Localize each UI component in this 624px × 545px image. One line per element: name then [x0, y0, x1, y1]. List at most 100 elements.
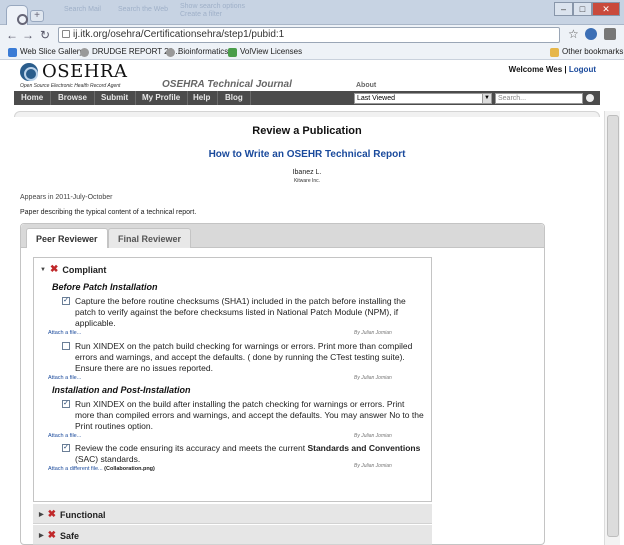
author-institution: Kitware Inc.: [293, 178, 321, 184]
attached-filename: (Collaboration.png): [104, 466, 155, 472]
page-scrollbar[interactable]: [604, 111, 620, 545]
checklist-text: Run XINDEX on the build after installing…: [75, 399, 424, 431]
leaf-icon: [228, 47, 237, 57]
checkbox[interactable]: ✓: [62, 297, 70, 305]
wrench-icon[interactable]: [604, 28, 616, 40]
new-tab-button[interactable]: +: [30, 10, 44, 22]
bookmark-web-slice[interactable]: Web Slice Gallery: [8, 47, 83, 57]
attach-file-link[interactable]: Attach a file...: [48, 330, 81, 336]
fail-x-icon: ✖: [47, 509, 57, 520]
address-bar[interactable]: ij.itk.org/osehra/Certificationsehra/ste…: [58, 27, 560, 43]
maximize-button[interactable]: □: [573, 2, 592, 16]
functional-section[interactable]: ▶ ✖ Functional: [33, 504, 432, 524]
logo-subtitle: Open Source Electronic Health Record Age…: [20, 83, 121, 89]
page-title: Review a Publication: [252, 125, 362, 137]
search-input[interactable]: Search...: [495, 93, 583, 104]
fail-x-icon: ✖: [49, 264, 59, 275]
checkbox[interactable]: ✓: [62, 400, 70, 408]
last-viewed-select[interactable]: Last Viewed ▼: [354, 93, 492, 104]
welcome-area: Welcome Wes | Logout: [509, 65, 596, 74]
tabs-header: Peer Reviewer Final Reviewer: [21, 224, 544, 248]
faint-text: Search the Web: [118, 6, 169, 13]
fail-x-icon: ✖: [47, 530, 57, 541]
reviewer-byline: By Julian Jomian: [354, 375, 392, 381]
web-slice-icon: [8, 47, 17, 57]
paper-description: Paper describing the typical content of …: [20, 209, 197, 216]
bookmark-drudge[interactable]: DRUDGE REPORT 20...: [80, 47, 180, 57]
safe-section[interactable]: ▶ ✖ Safe: [33, 525, 432, 545]
functional-header: ▶ ✖ Functional: [39, 509, 106, 520]
nav-browse[interactable]: Browse: [51, 91, 95, 105]
nav-submit[interactable]: Submit: [94, 91, 137, 105]
bookmark-star-icon[interactable]: ☆: [568, 27, 579, 41]
about-link[interactable]: About: [356, 82, 376, 89]
separator: |: [564, 65, 567, 74]
faint-text: Create a filter: [180, 11, 223, 18]
page-icon: [62, 30, 70, 38]
checklist-text: Run XINDEX on the patch build checking f…: [75, 341, 413, 373]
nav-blog[interactable]: Blog: [218, 91, 251, 105]
extension-icon[interactable]: [585, 28, 597, 40]
nav-my-profile[interactable]: My Profile: [135, 91, 189, 105]
reviewer-byline: By Julian Jomian: [354, 463, 392, 469]
search-go-icon[interactable]: [586, 94, 594, 102]
bookmark-bioinformatics[interactable]: Bioinformatics: [166, 47, 228, 57]
nav-help[interactable]: Help: [186, 91, 219, 105]
paper-title-link[interactable]: How to Write an OSEHR Technical Report: [14, 149, 600, 160]
attach-file-link[interactable]: Attach a file...: [48, 375, 81, 381]
attach-different-file-link[interactable]: Attach a different file... (Collaboratio…: [48, 466, 155, 472]
site-logo[interactable]: OSEHRA: [42, 61, 127, 82]
review-tabs: Peer Reviewer Final Reviewer ▼ ✖ Complia…: [20, 223, 545, 545]
globe-icon: [80, 47, 89, 57]
scrollbar-thumb[interactable]: [607, 115, 619, 537]
bookmark-volview[interactable]: VolView Licenses: [228, 47, 302, 57]
forward-arrow-icon[interactable]: →: [22, 28, 34, 42]
other-bookmarks[interactable]: Other bookmarks: [550, 47, 623, 57]
checklist-item: ✓ Run XINDEX on the build after installi…: [62, 399, 427, 433]
bookmarks-bar: Web Slice Gallery DRUDGE REPORT 20... Bi…: [0, 45, 624, 60]
reviewer-byline: By Julian Jomian: [354, 433, 392, 439]
subsection-title: Installation and Post-Installation: [52, 385, 191, 395]
compliant-panel: ▼ ✖ Compliant Before Patch Installation …: [33, 257, 432, 502]
welcome-text: Welcome Wes: [508, 65, 563, 74]
browser-tab[interactable]: [6, 5, 28, 25]
back-arrow-icon[interactable]: ←: [6, 28, 18, 42]
author-name: Ibanez L.: [292, 169, 322, 176]
last-viewed-value: Last Viewed: [357, 95, 396, 102]
checklist-item: ✓ Review the code ensuring its accuracy …: [62, 443, 427, 465]
osehra-logo-icon: [20, 63, 38, 81]
chevron-down-icon: ▼: [482, 94, 491, 103]
folder-icon: [550, 47, 559, 57]
section-title: Safe: [60, 530, 80, 541]
tab-peer-reviewer[interactable]: Peer Reviewer: [26, 228, 108, 248]
section-title: Compliant: [62, 264, 107, 275]
journal-title: OSEHRA Technical Journal: [162, 79, 292, 90]
faint-text: Search Mail: [64, 6, 101, 13]
browser-toolbar: ← → ↻ ij.itk.org/osehra/Certificationseh…: [0, 25, 624, 45]
reload-icon[interactable]: ↻: [40, 28, 50, 42]
compliant-header[interactable]: ▼ ✖ Compliant: [40, 264, 106, 275]
site-header: OSEHRA Open Source Electronic Health Rec…: [14, 60, 600, 91]
attach-file-link[interactable]: Attach a file...: [48, 433, 81, 439]
main-content: Review a Publication How to Write an OSE…: [14, 117, 600, 545]
caret-down-icon: ▼: [40, 266, 46, 273]
checkbox[interactable]: ✓: [62, 444, 70, 452]
tab-final-reviewer[interactable]: Final Reviewer: [108, 228, 192, 248]
faint-text: Show search options: [180, 3, 245, 10]
browser-titlebar: + Search Mail Search the Web Show search…: [0, 0, 624, 25]
checklist-text: Capture the before routine checksums (SH…: [75, 296, 406, 328]
checkbox[interactable]: [62, 342, 70, 350]
url-text: ij.itk.org/osehra/Certificationsehra/ste…: [73, 29, 285, 40]
reviewer-byline: By Julian Jomian: [354, 330, 392, 336]
section-title: Functional: [60, 509, 106, 520]
caret-right-icon: ▶: [39, 512, 44, 518]
logout-link[interactable]: Logout: [569, 65, 596, 74]
caret-right-icon: ▶: [39, 533, 44, 539]
appears-in: Appears in 2011-July-October: [20, 194, 113, 201]
safe-header: ▶ ✖ Safe: [39, 530, 79, 541]
close-window-button[interactable]: ✕: [592, 2, 620, 16]
checklist-item: Run XINDEX on the patch build checking f…: [62, 341, 427, 375]
minimize-button[interactable]: –: [554, 2, 573, 16]
subsection-title: Before Patch Installation: [52, 282, 158, 292]
nav-home[interactable]: Home: [14, 91, 52, 105]
